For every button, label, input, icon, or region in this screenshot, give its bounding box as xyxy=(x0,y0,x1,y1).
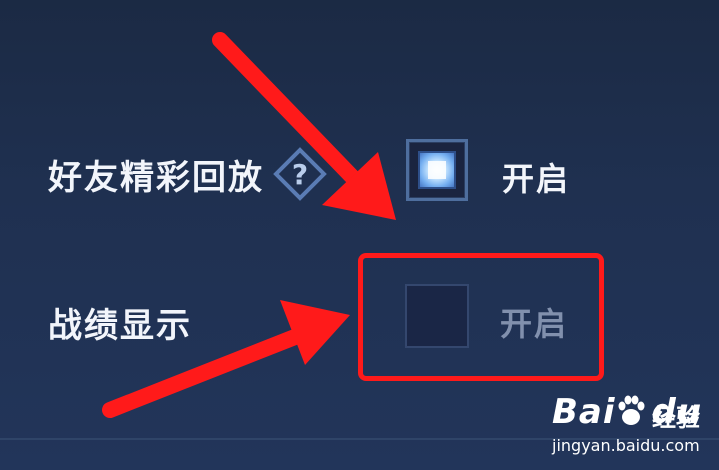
watermark-url: jingyan.baidu.com xyxy=(552,436,700,455)
baidu-paw-icon xyxy=(618,395,645,425)
baidu-jingyan-watermark: Bai du 经验 jingyan.baidu.com xyxy=(552,392,701,462)
arrow-bottom xyxy=(102,300,350,418)
arrow-top xyxy=(212,32,396,220)
watermark-cn-text: 经验 xyxy=(652,404,700,432)
